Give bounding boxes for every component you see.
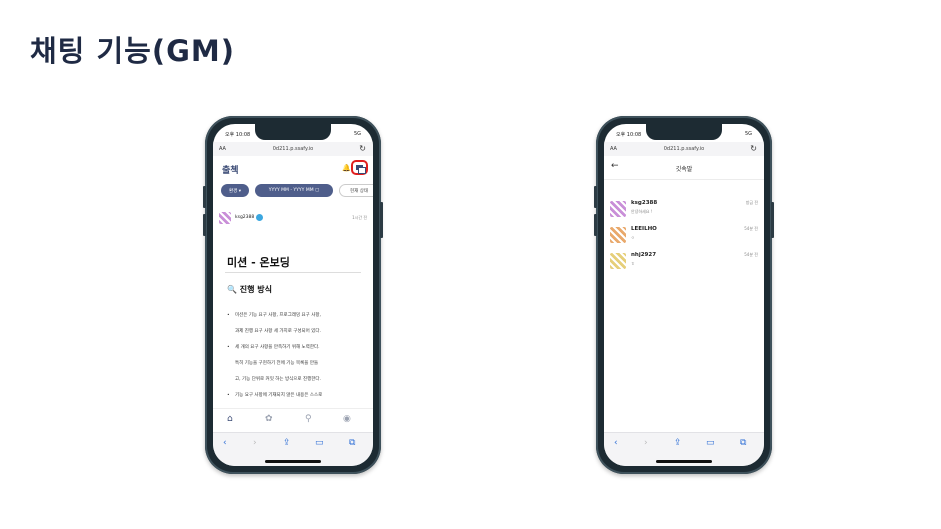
chat-header: ← 깃속말: [604, 158, 764, 180]
author-name: ksg2388: [235, 215, 255, 220]
chat-time: 방금 전: [745, 200, 758, 205]
post-time: 1시간 전: [352, 215, 367, 220]
slide-title: 채팅 기능(GM): [30, 34, 235, 68]
avatar: [219, 212, 231, 224]
bookmarks-icon[interactable]: ▭: [315, 438, 324, 448]
phone-right-screen: 오후 10:08 5G AA 0d211.p.ssafy.io ↻ ← 깃속말 …: [604, 124, 764, 466]
safari-toolbar: ‹ › ⇪ ▭ ⧉: [213, 432, 373, 466]
chat-item[interactable]: LEEILHO ㅇ 54분 전: [610, 224, 758, 246]
chat-icon[interactable]: [351, 160, 368, 175]
home-indicator: [265, 460, 321, 463]
chat-message: ㅇ: [631, 235, 635, 240]
filter-status-chip[interactable]: 현재 상태: [339, 184, 373, 197]
url-bar[interactable]: AA 0d211.p.ssafy.io ↻: [604, 142, 764, 156]
url-text[interactable]: 0d211.p.ssafy.io: [213, 146, 373, 152]
reload-icon[interactable]: ↻: [359, 144, 366, 153]
bookmarks-icon[interactable]: ▭: [706, 438, 715, 448]
chat-item[interactable]: ksg2388 안녕하세요 ! 방금 전: [610, 198, 758, 220]
app-header: 출첵 🔔: [213, 158, 373, 180]
chat-list-title: 깃속말: [675, 166, 693, 173]
section-title: 🔍 진행 방식: [227, 284, 272, 295]
chat-name: ksg2388: [631, 200, 658, 206]
chat-message: ㅎ: [631, 261, 635, 266]
chat-time: 54분 전: [744, 226, 758, 231]
reload-icon[interactable]: ↻: [750, 144, 757, 153]
status-time: 오후 10:08: [616, 132, 642, 138]
chat-time: 54분 전: [744, 252, 758, 257]
status-signal: 5G: [744, 131, 752, 137]
list-item: 특히 기능을 구현하기 전에 기능 목록을 만들: [235, 361, 319, 366]
share-icon[interactable]: ⇪: [283, 438, 291, 448]
back-icon[interactable]: ‹: [614, 438, 618, 448]
divider: [225, 272, 361, 273]
back-icon[interactable]: ‹: [223, 438, 227, 448]
chat-name: nhj2927: [631, 252, 657, 258]
magnifier-icon: 🔍: [227, 285, 237, 294]
home-icon[interactable]: ⌂: [227, 414, 233, 424]
forward-icon[interactable]: ›: [644, 438, 648, 448]
share-icon[interactable]: ⇪: [674, 438, 682, 448]
forward-icon[interactable]: ›: [253, 438, 257, 448]
profile-icon[interactable]: ◉: [343, 414, 351, 424]
status-signal: 5G: [353, 131, 361, 137]
chat-message: 안녕하세요 !: [631, 209, 653, 214]
safari-toolbar: ‹ › ⇪ ▭ ⧉: [604, 432, 764, 466]
bell-icon[interactable]: 🔔: [342, 164, 351, 172]
phone-right: 오후 10:08 5G AA 0d211.p.ssafy.io ↻ ← 깃속말 …: [594, 116, 774, 474]
app-tab-bar: ⌂ ✿ ⚲ ◉: [213, 408, 373, 432]
list-item: 세 개의 요구 사항을 만족하기 위해 노력한다.: [227, 340, 363, 356]
list-item: 고, 기능 단위로 커밋 하는 방식으로 진행한다.: [235, 377, 321, 382]
list-item: 미션은 기능 요구 사항, 프로그래밍 요구 사항,: [227, 308, 363, 324]
home-indicator: [656, 460, 712, 463]
tabs-icon[interactable]: ⧉: [349, 438, 355, 448]
mission-title: 미션 - 온보딩: [227, 256, 290, 269]
filter-bar: 환경 ▾ YYYY MM - YYYY MM ▢ 현재 상태: [221, 184, 373, 198]
brand-logo[interactable]: 출첵: [222, 163, 239, 176]
url-bar[interactable]: AA 0d211.p.ssafy.io ↻: [213, 142, 373, 156]
url-text[interactable]: 0d211.p.ssafy.io: [604, 146, 764, 152]
tabs-icon[interactable]: ⧉: [740, 438, 746, 448]
chat-item[interactable]: nhj2927 ㅎ 54분 전: [610, 250, 758, 272]
phone-left-screen: 오후 10:08 5G AA 0d211.p.ssafy.io ↻ 출첵 🔔 환…: [213, 124, 373, 466]
filter-env-chip[interactable]: 환경 ▾: [221, 184, 249, 197]
phone-left: 오후 10:08 5G AA 0d211.p.ssafy.io ↻ 출첵 🔔 환…: [203, 116, 383, 474]
filter-date-chip[interactable]: YYYY MM - YYYY MM ▢: [255, 184, 333, 197]
post-author-row[interactable]: ksg2388 1시간 전: [219, 212, 367, 226]
status-time: 오후 10:08: [225, 132, 251, 138]
avatar: [610, 201, 626, 217]
avatar: [610, 227, 626, 243]
avatar: [610, 253, 626, 269]
mission-bullets: 미션은 기능 요구 사항, 프로그래밍 요구 사항, 과제 진행 요구 사항 세…: [227, 308, 363, 404]
section-title-text: 진행 방식: [239, 285, 272, 294]
search-icon[interactable]: ⚲: [305, 414, 312, 424]
chat-name: LEEILHO: [631, 226, 657, 232]
list-item: 과제 진행 요구 사항 세 가지로 구성되어 있다.: [235, 329, 321, 334]
list-item: 기능 요구 사항에 기재되지 않은 내용은 스스로: [227, 388, 363, 404]
verified-icon: [256, 214, 263, 221]
paw-icon[interactable]: ✿: [265, 414, 273, 424]
